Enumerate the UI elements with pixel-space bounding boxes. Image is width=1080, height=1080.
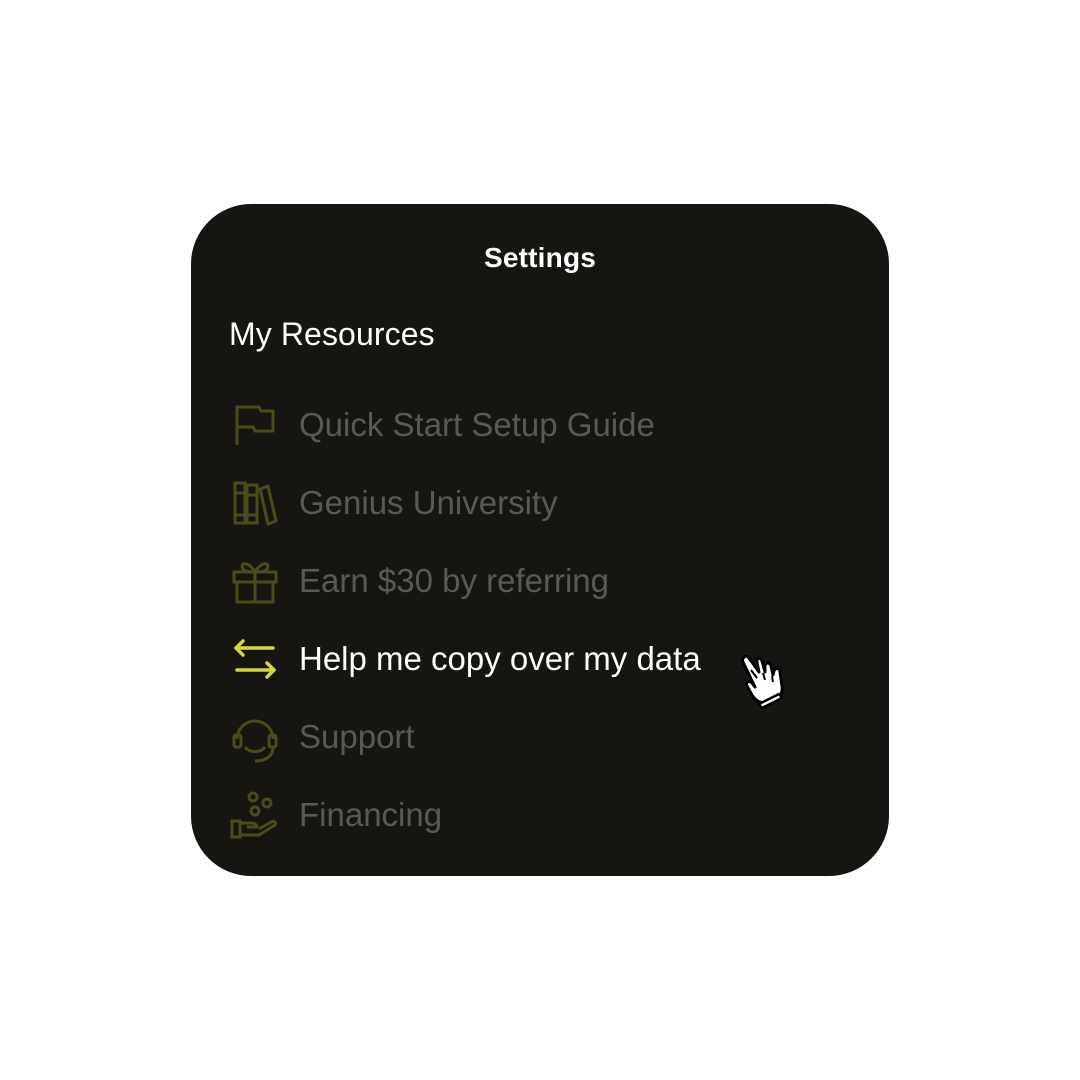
menu-item-genius-university[interactable]: Genius University	[229, 472, 849, 534]
settings-panel: Settings My Resources Quick Start Setup …	[191, 204, 889, 876]
menu-item-referral[interactable]: Earn $30 by referring	[229, 550, 849, 612]
flag-icon	[229, 399, 281, 451]
menu-item-label: Help me copy over my data	[299, 640, 701, 677]
gift-icon	[229, 555, 281, 607]
books-icon	[229, 477, 281, 529]
menu-item-label: Financing	[299, 796, 443, 833]
section-title: My Resources	[229, 316, 435, 352]
menu-item-quick-start[interactable]: Quick Start Setup Guide	[229, 394, 849, 456]
menu-item-financing[interactable]: Financing	[229, 784, 849, 846]
menu-item-support[interactable]: Support	[229, 706, 849, 768]
menu-item-label: Quick Start Setup Guide	[299, 406, 655, 443]
menu-item-label: Earn $30 by referring	[299, 562, 610, 599]
transfer-arrows-icon	[229, 633, 281, 685]
hand-coins-icon	[229, 789, 281, 841]
panel-title: Settings	[483, 242, 597, 273]
menu-item-label: Support	[299, 718, 415, 755]
headset-icon	[229, 711, 281, 763]
menu-item-label: Genius University	[299, 484, 558, 521]
hand-pointer-icon	[735, 648, 799, 712]
